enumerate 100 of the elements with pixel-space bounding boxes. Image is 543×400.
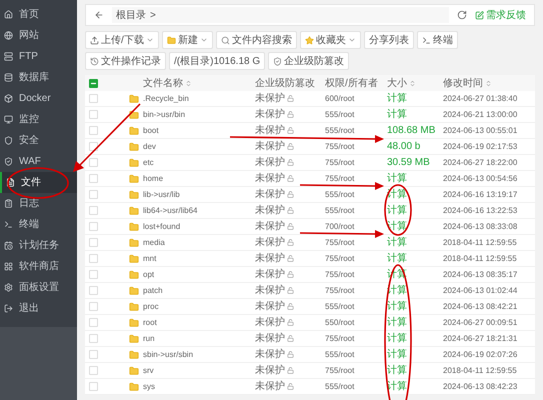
- row-checkbox[interactable]: [89, 318, 98, 327]
- file-name[interactable]: dev: [143, 140, 156, 152]
- sidebar-item[interactable]: FTP: [0, 46, 77, 67]
- lock-icon[interactable]: [287, 175, 294, 182]
- column-header[interactable]: 修改时间: [443, 76, 483, 90]
- lock-icon[interactable]: [287, 383, 294, 390]
- row-checkbox[interactable]: [89, 206, 98, 215]
- file-name[interactable]: sbin->usr/sbin: [143, 348, 194, 360]
- row-checkbox[interactable]: [89, 286, 98, 295]
- sidebar-item[interactable]: 软件商店: [0, 256, 77, 277]
- row-checkbox[interactable]: [89, 334, 98, 343]
- file-name[interactable]: lost+found: [143, 220, 180, 232]
- file-name[interactable]: home: [143, 172, 164, 184]
- row-checkbox[interactable]: [89, 142, 98, 151]
- size-cell[interactable]: 计算: [385, 91, 441, 106]
- sidebar-item[interactable]: 安全: [0, 130, 77, 151]
- toolbar-button[interactable]: 终端: [416, 31, 458, 49]
- row-checkbox[interactable]: [89, 126, 98, 135]
- sidebar-item[interactable]: 日志: [0, 193, 77, 214]
- row-checkbox[interactable]: [89, 350, 98, 359]
- row-checkbox[interactable]: [89, 158, 98, 167]
- toolbar-button[interactable]: 上传/下载: [85, 31, 159, 49]
- file-name[interactable]: .Recycle_bin: [143, 92, 189, 104]
- lock-icon[interactable]: [287, 335, 294, 342]
- size-cell[interactable]: 计算: [385, 251, 441, 266]
- row-checkbox[interactable]: [89, 174, 98, 183]
- size-cell[interactable]: 计算: [385, 107, 441, 122]
- size-cell[interactable]: 48.00 b: [385, 139, 441, 154]
- breadcrumb-item[interactable]: 根目录: [116, 8, 146, 22]
- sidebar-item[interactable]: 终端: [0, 214, 77, 235]
- toolbar-button[interactable]: 分享列表: [364, 31, 414, 49]
- lock-icon[interactable]: [287, 223, 294, 230]
- file-name[interactable]: proc: [143, 300, 159, 312]
- lock-icon[interactable]: [287, 367, 294, 374]
- file-name[interactable]: patch: [143, 284, 163, 296]
- toolbar-button[interactable]: 收藏夹: [300, 31, 361, 49]
- sidebar-item[interactable]: WAF: [0, 151, 77, 172]
- row-checkbox[interactable]: [89, 110, 98, 119]
- file-name[interactable]: run: [143, 332, 155, 344]
- row-checkbox[interactable]: [89, 222, 98, 231]
- file-name[interactable]: opt: [143, 268, 154, 280]
- toolbar-button[interactable]: 文件内容搜索: [216, 31, 297, 49]
- sidebar-item[interactable]: Docker: [0, 88, 77, 109]
- lock-icon[interactable]: [287, 207, 294, 214]
- size-cell[interactable]: 计算: [385, 347, 441, 362]
- sort-icon[interactable]: [485, 80, 492, 86]
- feedback-link[interactable]: 需求反馈: [475, 8, 526, 22]
- row-checkbox[interactable]: [89, 238, 98, 247]
- size-cell[interactable]: 计算: [385, 299, 441, 314]
- size-cell[interactable]: 108.68 MB: [385, 123, 441, 138]
- lock-icon[interactable]: [287, 159, 294, 166]
- sidebar-item[interactable]: 面板设置: [0, 277, 77, 298]
- file-name[interactable]: lib->usr/lib: [143, 188, 180, 200]
- lock-icon[interactable]: [287, 287, 294, 294]
- lock-icon[interactable]: [287, 303, 294, 310]
- lock-icon[interactable]: [287, 127, 294, 134]
- lock-icon[interactable]: [287, 191, 294, 198]
- sort-icon[interactable]: [409, 80, 416, 86]
- sidebar-item[interactable]: 首页: [0, 4, 77, 25]
- file-name[interactable]: boot: [143, 124, 159, 136]
- lock-icon[interactable]: [287, 239, 294, 246]
- file-name[interactable]: lib64->usr/lib64: [143, 204, 198, 216]
- file-name[interactable]: media: [143, 236, 165, 248]
- row-checkbox[interactable]: [89, 94, 98, 103]
- toolbar-button[interactable]: 文件操作记录: [85, 52, 166, 70]
- sidebar-item[interactable]: 文件: [0, 172, 77, 193]
- file-name[interactable]: mnt: [143, 252, 156, 264]
- row-checkbox[interactable]: [89, 366, 98, 375]
- size-cell[interactable]: 计算: [385, 171, 441, 186]
- size-cell[interactable]: 计算: [385, 315, 441, 330]
- row-checkbox[interactable]: [89, 254, 98, 263]
- file-name[interactable]: bin->usr/bin: [143, 108, 186, 120]
- lock-icon[interactable]: [287, 95, 294, 102]
- size-cell[interactable]: 30.59 MB: [385, 155, 441, 170]
- select-all-checkbox[interactable]: [89, 78, 98, 88]
- lock-icon[interactable]: [287, 143, 294, 150]
- row-checkbox[interactable]: [89, 190, 98, 199]
- file-name[interactable]: root: [143, 316, 157, 328]
- toolbar-button[interactable]: /(根目录)1016.18 G: [169, 52, 266, 70]
- sidebar-item[interactable]: 网站: [0, 25, 77, 46]
- column-header[interactable]: 大小: [387, 76, 407, 90]
- row-checkbox[interactable]: [89, 270, 98, 279]
- file-name[interactable]: etc: [143, 156, 154, 168]
- row-checkbox[interactable]: [89, 302, 98, 311]
- size-cell[interactable]: 计算: [385, 379, 441, 394]
- size-cell[interactable]: 计算: [385, 203, 441, 218]
- lock-icon[interactable]: [287, 255, 294, 262]
- sort-icon[interactable]: [185, 80, 192, 86]
- toolbar-button[interactable]: 新建: [162, 31, 213, 49]
- file-name[interactable]: srv: [143, 364, 154, 376]
- file-name[interactable]: sys: [143, 380, 155, 392]
- lock-icon[interactable]: [287, 319, 294, 326]
- refresh-icon[interactable]: [457, 10, 467, 20]
- size-cell[interactable]: 计算: [385, 363, 441, 378]
- sidebar-item[interactable]: 监控: [0, 109, 77, 130]
- lock-icon[interactable]: [287, 271, 294, 278]
- row-checkbox[interactable]: [89, 382, 98, 391]
- back-icon[interactable]: [94, 10, 104, 20]
- sidebar-item[interactable]: 数据库: [0, 67, 77, 88]
- sidebar-item[interactable]: 退出: [0, 298, 77, 319]
